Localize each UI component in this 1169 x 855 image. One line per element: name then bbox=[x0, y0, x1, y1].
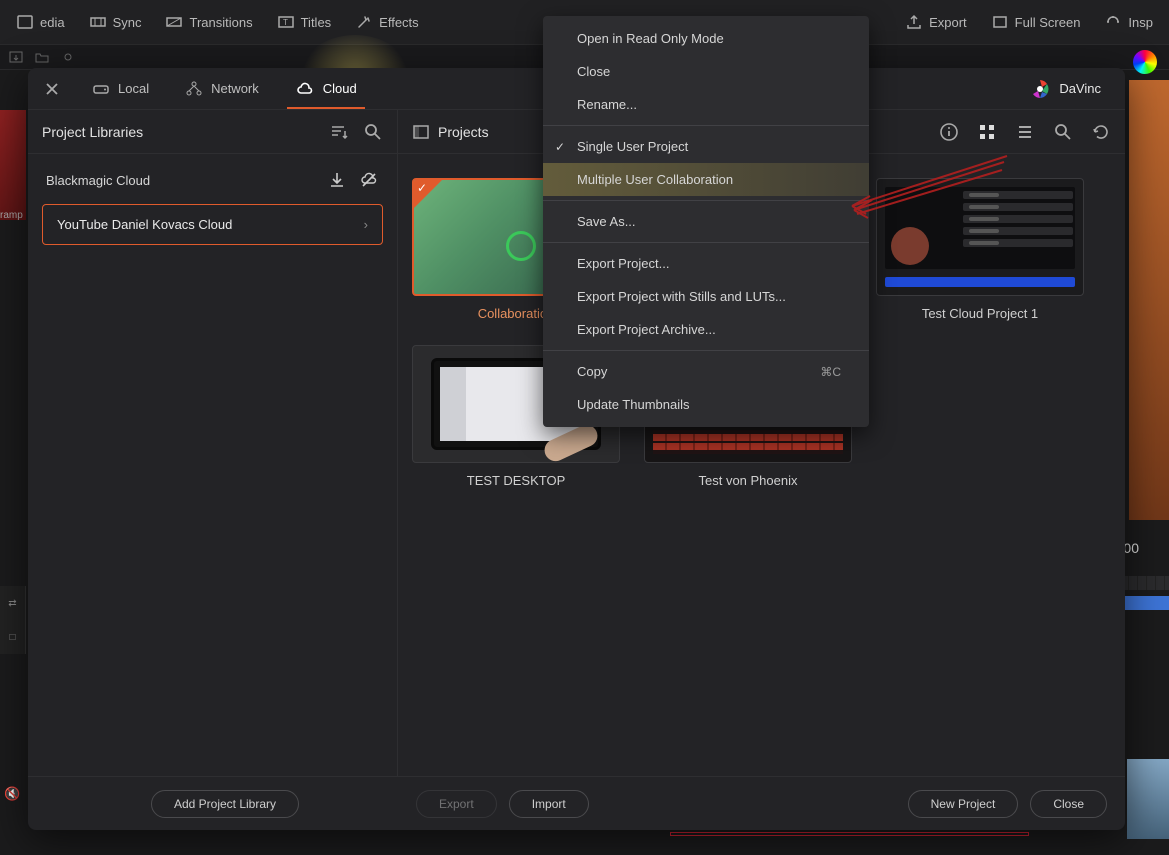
ctx-copy[interactable]: Copy ⌘C bbox=[543, 355, 869, 388]
ctx-separator bbox=[543, 200, 869, 201]
transitions-tab[interactable]: Transitions bbox=[157, 7, 260, 37]
ctx-save-as[interactable]: Save As... bbox=[543, 205, 869, 238]
grid-view-icon[interactable] bbox=[977, 122, 997, 142]
close-dialog-footer-button[interactable]: Close bbox=[1030, 790, 1107, 818]
panel-toggle-icon[interactable] bbox=[412, 123, 430, 141]
titles-icon: T bbox=[277, 13, 295, 31]
ctx-update-thumbs[interactable]: Update Thumbnails bbox=[543, 388, 869, 421]
svg-text:T: T bbox=[283, 18, 288, 27]
folder-icon[interactable] bbox=[34, 49, 50, 65]
inspector-label: Insp bbox=[1128, 15, 1153, 30]
transitions-icon bbox=[165, 13, 183, 31]
fullscreen-tab[interactable]: Full Screen bbox=[983, 7, 1089, 37]
network-icon bbox=[185, 80, 203, 98]
effects-icon bbox=[355, 13, 373, 31]
add-project-library-button[interactable]: Add Project Library bbox=[151, 790, 299, 818]
track-header[interactable]: ⇄□ bbox=[0, 586, 26, 654]
library-item[interactable]: YouTube Daniel Kovacs Cloud › bbox=[42, 204, 383, 245]
project-name: TEST DESKTOP bbox=[467, 473, 566, 488]
ctx-open-readonly[interactable]: Open in Read Only Mode bbox=[543, 22, 869, 55]
bg-left-media bbox=[0, 110, 26, 220]
tab-cloud[interactable]: Cloud bbox=[279, 70, 373, 108]
color-wheel-icon[interactable] bbox=[1133, 50, 1157, 74]
tab-local[interactable]: Local bbox=[76, 70, 165, 108]
library-group-header: Blackmagic Cloud bbox=[42, 162, 383, 198]
ctx-single-user[interactable]: Single User Project bbox=[543, 130, 869, 163]
import-button[interactable]: Import bbox=[509, 790, 589, 818]
list-view-icon[interactable] bbox=[1015, 122, 1035, 142]
fullscreen-icon bbox=[991, 13, 1009, 31]
export-tab[interactable]: Export bbox=[897, 7, 975, 37]
disconnect-cloud-icon[interactable] bbox=[359, 170, 379, 190]
chevron-right-icon: › bbox=[364, 217, 368, 232]
bg-right-media bbox=[1129, 80, 1169, 520]
cloud-icon bbox=[295, 80, 315, 98]
new-project-button[interactable]: New Project bbox=[908, 790, 1019, 818]
media-pool-tab[interactable]: edia bbox=[8, 7, 73, 37]
bg-bottomright-media bbox=[1127, 759, 1169, 839]
ctx-copy-label: Copy bbox=[577, 364, 607, 379]
effects-label: Effects bbox=[379, 15, 419, 30]
media-icon bbox=[16, 13, 34, 31]
dialog-footer: Add Project Library Export Import New Pr… bbox=[28, 776, 1125, 830]
ctx-rename[interactable]: Rename... bbox=[543, 88, 869, 121]
effects-tab[interactable]: Effects bbox=[347, 7, 427, 37]
transitions-label: Transitions bbox=[189, 15, 252, 30]
sync-icon bbox=[89, 13, 107, 31]
library-item-label: YouTube Daniel Kovacs Cloud bbox=[57, 217, 232, 232]
inspector-icon bbox=[1104, 13, 1122, 31]
timeline-track-fragment bbox=[670, 832, 1029, 836]
clip-label-fragment: ramp bbox=[0, 210, 23, 221]
media-label: edia bbox=[40, 15, 65, 30]
ctx-separator bbox=[543, 242, 869, 243]
export-label: Export bbox=[929, 15, 967, 30]
titles-tab[interactable]: T Titles bbox=[269, 7, 340, 37]
davinci-brand: DaVinc bbox=[1017, 78, 1113, 100]
inspector-tab[interactable]: Insp bbox=[1096, 7, 1161, 37]
timecode-fragment: 00 bbox=[1123, 540, 1139, 556]
mute-icon[interactable]: 🔇 bbox=[4, 786, 20, 802]
refresh-icon[interactable] bbox=[1091, 122, 1111, 142]
close-dialog-button[interactable] bbox=[40, 77, 64, 101]
project-name: Test von Phoenix bbox=[698, 473, 797, 488]
davinci-logo-icon bbox=[1029, 78, 1051, 100]
ctx-close[interactable]: Close bbox=[543, 55, 869, 88]
ctx-multi-user[interactable]: Multiple User Collaboration bbox=[543, 163, 869, 196]
ctx-export-project[interactable]: Export Project... bbox=[543, 247, 869, 280]
export-button[interactable]: Export bbox=[416, 790, 497, 818]
tab-local-label: Local bbox=[118, 81, 149, 96]
titles-label: Titles bbox=[301, 15, 332, 30]
ctx-separator bbox=[543, 125, 869, 126]
search-icon[interactable] bbox=[363, 122, 383, 142]
import-media-icon[interactable] bbox=[8, 49, 24, 65]
libraries-panel: Project Libraries Blackmagic Cloud YouTu… bbox=[28, 110, 398, 776]
info-icon[interactable] bbox=[939, 122, 959, 142]
download-icon[interactable] bbox=[327, 170, 347, 190]
projects-title: Projects bbox=[438, 124, 489, 140]
davinci-label: DaVinc bbox=[1059, 81, 1101, 96]
sort-icon[interactable] bbox=[329, 122, 349, 142]
export-icon bbox=[905, 13, 923, 31]
disk-icon bbox=[92, 80, 110, 98]
ctx-copy-shortcut: ⌘C bbox=[820, 365, 841, 379]
link-icon[interactable] bbox=[60, 49, 76, 65]
libraries-title: Project Libraries bbox=[42, 124, 329, 140]
project-item-test-cloud[interactable]: Test Cloud Project 1 bbox=[876, 178, 1084, 321]
ctx-export-archive[interactable]: Export Project Archive... bbox=[543, 313, 869, 346]
project-context-menu: Open in Read Only Mode Close Rename... S… bbox=[543, 16, 869, 427]
tab-cloud-label: Cloud bbox=[323, 81, 357, 96]
search-projects-icon[interactable] bbox=[1053, 122, 1073, 142]
tab-network[interactable]: Network bbox=[169, 70, 275, 108]
library-group-label: Blackmagic Cloud bbox=[46, 173, 150, 188]
tab-network-label: Network bbox=[211, 81, 259, 96]
timeline-clip-fragment[interactable] bbox=[1125, 596, 1169, 610]
fullscreen-label: Full Screen bbox=[1015, 15, 1081, 30]
sync-label: Sync bbox=[113, 15, 142, 30]
ctx-export-stills[interactable]: Export Project with Stills and LUTs... bbox=[543, 280, 869, 313]
sync-tab[interactable]: Sync bbox=[81, 7, 150, 37]
ctx-separator bbox=[543, 350, 869, 351]
project-name: Test Cloud Project 1 bbox=[922, 306, 1038, 321]
project-thumbnail bbox=[876, 178, 1084, 296]
